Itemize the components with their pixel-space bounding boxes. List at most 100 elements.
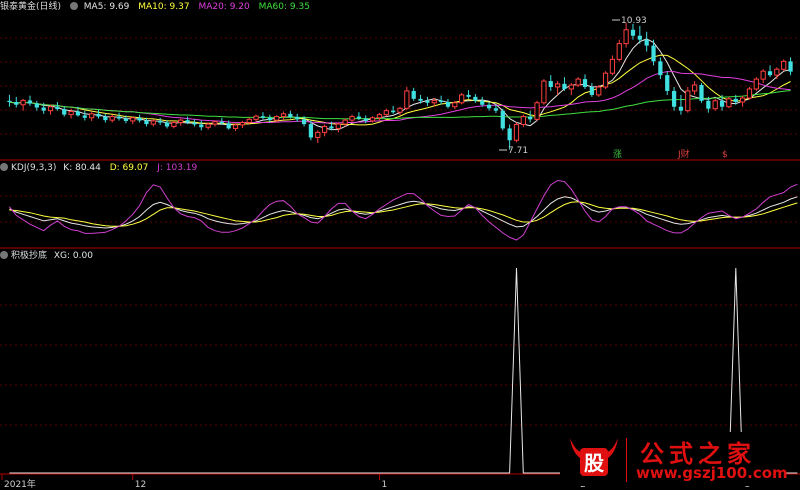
candle[interactable] <box>513 122 520 143</box>
candle[interactable] <box>171 120 177 129</box>
candle[interactable] <box>89 112 95 121</box>
candle[interactable] <box>425 96 430 106</box>
candle-body <box>774 68 780 76</box>
candle[interactable] <box>726 96 732 109</box>
candle[interactable] <box>712 98 718 111</box>
candle[interactable] <box>295 113 300 122</box>
candle[interactable] <box>232 123 239 132</box>
candle[interactable] <box>781 59 787 72</box>
candle[interactable] <box>192 119 197 127</box>
candle[interactable] <box>486 101 492 111</box>
candle[interactable] <box>658 57 663 80</box>
settings-dot-icon[interactable] <box>69 2 78 10</box>
candle[interactable] <box>473 94 478 103</box>
candle[interactable] <box>480 96 485 107</box>
candle[interactable] <box>746 87 753 100</box>
candle[interactable] <box>404 87 410 110</box>
candle[interactable] <box>27 95 33 106</box>
candle[interactable] <box>34 100 39 111</box>
candle[interactable] <box>280 111 287 120</box>
high-label: 10.93 <box>621 16 647 26</box>
candle[interactable] <box>239 120 246 129</box>
candle[interactable] <box>671 87 677 111</box>
candle[interactable] <box>411 87 416 101</box>
settings-dot-icon[interactable] <box>0 251 8 259</box>
candle[interactable] <box>137 114 142 123</box>
candle[interactable] <box>685 87 691 113</box>
logo-glyph: 股 <box>584 451 604 475</box>
candle[interactable] <box>383 108 389 117</box>
candle[interactable] <box>14 96 19 108</box>
candle[interactable] <box>466 90 471 99</box>
candle[interactable] <box>212 120 218 127</box>
candle[interactable] <box>253 114 259 122</box>
candle[interactable] <box>623 22 629 48</box>
candle[interactable] <box>582 74 588 89</box>
candle-body <box>554 83 561 88</box>
candle[interactable] <box>651 39 656 66</box>
candle[interactable] <box>753 77 759 91</box>
candle-body <box>103 116 108 121</box>
candle-body <box>513 123 520 141</box>
candle[interactable] <box>62 105 67 117</box>
candle-body <box>397 107 403 113</box>
candle[interactable] <box>82 110 87 121</box>
candle[interactable] <box>788 57 793 76</box>
candle[interactable] <box>554 81 561 95</box>
candle[interactable] <box>397 106 403 116</box>
candle-body <box>623 29 629 45</box>
candle[interactable] <box>596 85 602 97</box>
candle[interactable] <box>568 83 574 95</box>
candle[interactable] <box>109 114 115 123</box>
candle[interactable] <box>322 124 328 137</box>
candle[interactable] <box>774 67 780 80</box>
candle-body <box>376 114 383 119</box>
candle[interactable] <box>692 81 698 95</box>
candle-body <box>219 121 224 124</box>
candle[interactable] <box>541 79 547 105</box>
candle[interactable] <box>767 65 773 78</box>
candle[interactable] <box>562 77 567 91</box>
candle[interactable] <box>534 100 540 121</box>
candle[interactable] <box>739 95 746 107</box>
candle[interactable] <box>520 114 526 128</box>
candle-body <box>596 86 602 96</box>
candle[interactable] <box>335 122 341 133</box>
candle-body <box>391 110 396 113</box>
candle[interactable] <box>178 118 184 126</box>
candle-body <box>534 102 540 120</box>
candle[interactable] <box>602 71 609 89</box>
candle[interactable] <box>630 23 636 40</box>
candle[interactable] <box>678 94 684 115</box>
candle[interactable] <box>609 55 616 76</box>
candle[interactable] <box>699 83 704 103</box>
candle[interactable] <box>760 69 766 84</box>
candle[interactable] <box>616 39 622 62</box>
candle[interactable] <box>589 83 594 97</box>
candle[interactable] <box>644 31 649 52</box>
candle[interactable] <box>96 109 101 119</box>
candle[interactable] <box>349 114 355 123</box>
candle[interactable] <box>47 104 54 115</box>
candle[interactable] <box>575 77 581 87</box>
candle[interactable] <box>130 116 136 125</box>
candle[interactable] <box>548 75 553 91</box>
candle-body <box>27 100 33 104</box>
candle[interactable] <box>158 117 163 125</box>
candle[interactable] <box>445 98 451 109</box>
candle-body <box>349 116 355 121</box>
signal-tag-jcai: J财 <box>677 148 690 160</box>
candle[interactable] <box>665 71 670 95</box>
kdj-name: KDJ(9,3,3) <box>11 163 57 173</box>
candle[interactable] <box>55 101 60 111</box>
candle[interactable] <box>500 108 505 131</box>
candle[interactable] <box>20 98 26 111</box>
candle[interactable] <box>260 112 266 120</box>
candle[interactable] <box>103 113 108 123</box>
candle[interactable] <box>199 120 204 131</box>
settings-dot-icon[interactable] <box>0 163 8 171</box>
candle[interactable] <box>459 92 465 105</box>
candle-body <box>767 71 773 76</box>
candle[interactable] <box>7 94 12 107</box>
candle[interactable] <box>315 130 321 144</box>
